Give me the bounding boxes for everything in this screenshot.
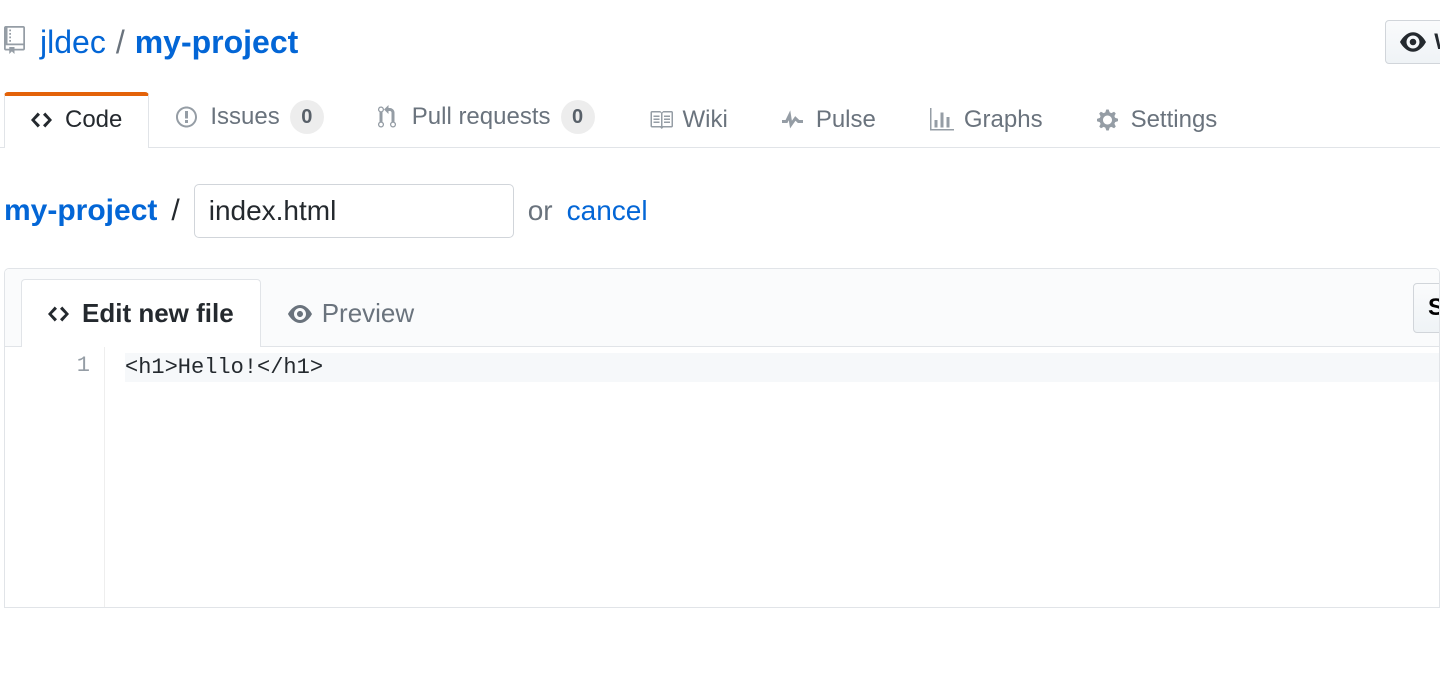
- or-text: or: [528, 195, 553, 227]
- issues-count: 0: [290, 100, 324, 134]
- filename-input[interactable]: [194, 184, 514, 238]
- tab-code[interactable]: Code: [4, 92, 149, 148]
- line-gutter: 1: [5, 347, 105, 607]
- repository-path: jldec / my-project: [4, 24, 298, 61]
- tab-label: Issues: [210, 103, 279, 131]
- tab-label: Graphs: [964, 106, 1043, 134]
- eye-icon: [1400, 29, 1426, 55]
- pull-request-icon: [378, 105, 402, 129]
- editor-tab-edit[interactable]: Edit new file: [21, 279, 261, 347]
- editor-toolbar-right: S: [1413, 269, 1439, 346]
- editor-right-label: S: [1428, 294, 1440, 322]
- graph-icon: [930, 108, 954, 132]
- path-separator: /: [114, 24, 127, 61]
- tab-label: Settings: [1131, 106, 1218, 134]
- editor-tab-label: Preview: [322, 298, 414, 329]
- tab-label: Pulse: [816, 106, 876, 134]
- tab-graphs[interactable]: Graphs: [903, 91, 1070, 148]
- line-number: 1: [11, 353, 90, 378]
- code-icon: [31, 108, 55, 132]
- tab-label: Wiki: [683, 106, 728, 134]
- pr-count: 0: [561, 100, 595, 134]
- tab-wiki[interactable]: Wiki: [622, 91, 755, 148]
- issue-icon: [176, 105, 200, 129]
- repo-name-link[interactable]: my-project: [135, 24, 299, 61]
- editor-tab-preview[interactable]: Preview: [261, 279, 441, 347]
- watch-label: W: [1434, 29, 1440, 55]
- code-icon: [48, 302, 72, 326]
- root-crumb-link[interactable]: my-project: [4, 194, 157, 228]
- gear-icon: [1097, 108, 1121, 132]
- pulse-icon: [782, 108, 806, 132]
- tab-label: Code: [65, 106, 122, 134]
- editor-tab-label: Edit new file: [82, 298, 234, 329]
- watch-button[interactable]: W: [1385, 20, 1440, 64]
- cancel-link[interactable]: cancel: [567, 195, 648, 227]
- repository-header: jldec / my-project W: [0, 0, 1440, 84]
- crumb-separator: /: [171, 194, 179, 228]
- file-path-row: my-project / or cancel: [0, 148, 1440, 268]
- tab-settings[interactable]: Settings: [1070, 91, 1245, 148]
- repo-icon: [4, 26, 32, 54]
- tab-pulse[interactable]: Pulse: [755, 91, 903, 148]
- tab-label: Pull requests: [412, 103, 551, 131]
- editor-panel: Edit new file Preview S 1 <h1>Hello!</h1…: [4, 268, 1440, 608]
- editor-toolbar: Edit new file Preview S: [5, 269, 1439, 347]
- owner-link[interactable]: jldec: [40, 24, 106, 61]
- tab-pull-requests[interactable]: Pull requests 0: [351, 85, 622, 148]
- code-content[interactable]: <h1>Hello!</h1>: [105, 347, 1439, 607]
- tab-issues[interactable]: Issues 0: [149, 85, 350, 148]
- code-area[interactable]: 1 <h1>Hello!</h1>: [5, 347, 1439, 607]
- eye-icon: [288, 302, 312, 326]
- editor-right-button[interactable]: S: [1413, 283, 1440, 333]
- editor-tabs: Edit new file Preview: [5, 269, 441, 346]
- repository-nav: Code Issues 0 Pull requests 0 Wiki Pulse…: [0, 84, 1440, 148]
- code-line: <h1>Hello!</h1>: [125, 353, 1439, 382]
- book-icon: [649, 108, 673, 132]
